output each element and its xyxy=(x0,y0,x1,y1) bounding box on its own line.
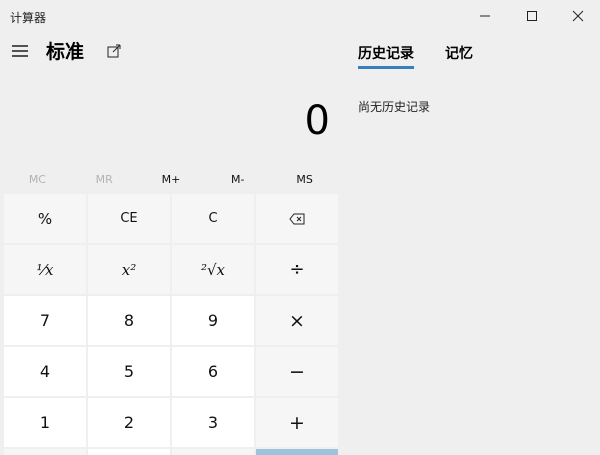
title-bar: 计算器 xyxy=(0,0,600,32)
add-button[interactable]: + xyxy=(256,398,338,447)
digit-8-button[interactable]: 8 xyxy=(88,296,170,345)
keep-on-top-icon xyxy=(107,44,121,58)
digit-2-button[interactable]: 2 xyxy=(88,398,170,447)
backspace-button[interactable] xyxy=(256,194,338,243)
keep-on-top-button[interactable] xyxy=(102,39,126,63)
digit-0-button[interactable] xyxy=(88,449,170,455)
digit-3-button[interactable]: 3 xyxy=(172,398,254,447)
hamburger-icon xyxy=(12,45,28,57)
memory-recall-button[interactable]: MR xyxy=(71,166,138,192)
active-tab-indicator xyxy=(358,66,414,69)
app-title: 计算器 xyxy=(10,11,47,25)
digit-6-button[interactable]: 6 xyxy=(172,347,254,396)
minimize-button[interactable] xyxy=(462,0,508,32)
result-display: 0 xyxy=(304,98,330,144)
digit-1-button[interactable]: 1 xyxy=(4,398,86,447)
clear-entry-button[interactable]: CE xyxy=(88,194,170,243)
navigation-menu-button[interactable] xyxy=(6,37,34,65)
decimal-button[interactable] xyxy=(172,449,254,455)
multiply-button[interactable]: × xyxy=(256,296,338,345)
backspace-icon xyxy=(289,213,305,224)
memory-row: MC MR M+ M- MS xyxy=(4,166,338,192)
digit-9-button[interactable]: 9 xyxy=(172,296,254,345)
digit-5-button[interactable]: 5 xyxy=(88,347,170,396)
square-root-button[interactable]: ²√x xyxy=(172,245,254,294)
maximize-button[interactable] xyxy=(509,0,555,32)
memory-add-button[interactable]: M+ xyxy=(138,166,205,192)
memory-subtract-button[interactable]: M- xyxy=(204,166,271,192)
close-icon xyxy=(572,10,584,22)
reciprocal-button[interactable]: ⅟x xyxy=(4,245,86,294)
subtract-button[interactable]: − xyxy=(256,347,338,396)
negate-button[interactable] xyxy=(4,449,86,455)
mode-title: 标准 xyxy=(46,41,85,63)
tab-history[interactable]: 历史记录 xyxy=(358,43,414,63)
square-button[interactable]: x² xyxy=(88,245,170,294)
divide-button[interactable]: ÷ xyxy=(256,245,338,294)
digit-4-button[interactable]: 4 xyxy=(4,347,86,396)
tab-memory[interactable]: 记忆 xyxy=(445,43,473,63)
clear-button[interactable]: C xyxy=(172,194,254,243)
maximize-icon xyxy=(527,11,537,21)
percent-button[interactable]: % xyxy=(4,194,86,243)
digit-7-button[interactable]: 7 xyxy=(4,296,86,345)
history-empty-message: 尚无历史记录 xyxy=(358,100,431,114)
close-button[interactable] xyxy=(555,0,600,32)
minimize-icon xyxy=(480,15,490,17)
memory-store-button[interactable]: MS xyxy=(271,166,338,192)
memory-clear-button[interactable]: MC xyxy=(4,166,71,192)
equals-button[interactable] xyxy=(256,449,338,455)
